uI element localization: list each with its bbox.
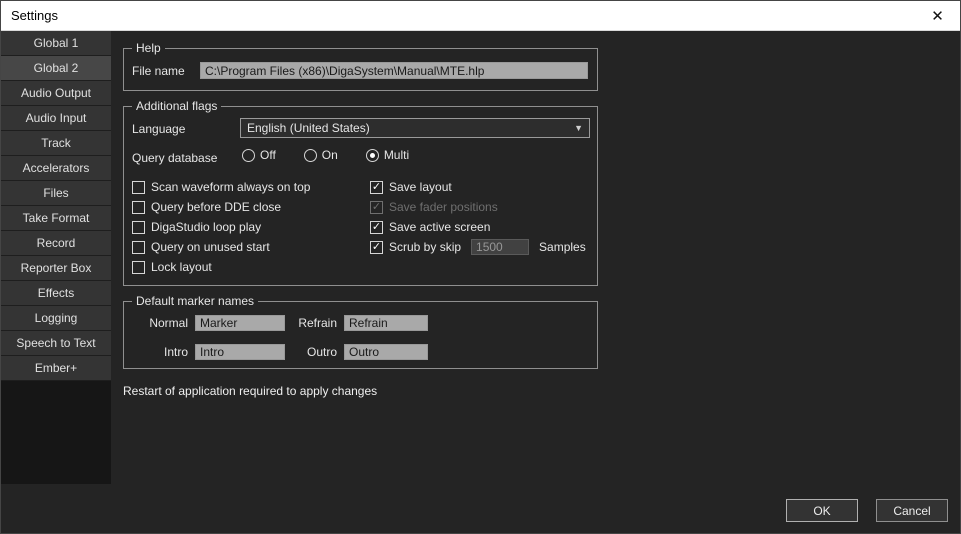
close-button[interactable]: ✕ bbox=[915, 1, 960, 30]
additional-flags-group: Additional flags Language English (Unite… bbox=[123, 106, 598, 286]
checkbox-query-unused-start[interactable]: Query on unused start bbox=[132, 237, 310, 257]
marker-outro-label: Outro bbox=[293, 345, 337, 359]
marker-normal-label: Normal bbox=[132, 316, 188, 330]
close-icon: ✕ bbox=[931, 7, 944, 25]
checkbox-save-active-screen[interactable]: Save active screen bbox=[370, 217, 586, 237]
checkbox-digastudio-loop[interactable]: DigaStudio loop play bbox=[132, 217, 310, 237]
marker-row-2: Intro Outro bbox=[132, 344, 428, 360]
checkbox-scan-waveform[interactable]: Scan waveform always on top bbox=[132, 177, 310, 197]
sidebar-item-take-format[interactable]: Take Format bbox=[1, 206, 111, 231]
scrub-samples-input[interactable] bbox=[471, 239, 529, 255]
radio-query-multi[interactable]: Multi bbox=[366, 148, 409, 162]
flags-group-legend: Additional flags bbox=[132, 99, 221, 113]
sidebar-item-accelerators[interactable]: Accelerators bbox=[1, 156, 111, 181]
checkbox-scrub-by-skip[interactable]: Scrub by skip Samples bbox=[370, 237, 586, 257]
query-database-label: Query database bbox=[132, 151, 217, 165]
checkbox-label: Save layout bbox=[389, 180, 452, 194]
checkbox-box-icon bbox=[370, 181, 383, 194]
sidebar-item-audio-output[interactable]: Audio Output bbox=[1, 81, 111, 106]
sidebar-item-logging[interactable]: Logging bbox=[1, 306, 111, 331]
checkbox-box-icon bbox=[132, 221, 145, 234]
checkbox-box-icon bbox=[132, 241, 145, 254]
sidebar: Global 1 Global 2 Audio Output Audio Inp… bbox=[1, 31, 111, 484]
file-name-row: File name bbox=[132, 62, 588, 79]
default-marker-names-group: Default marker names Normal Refrain Intr… bbox=[123, 301, 598, 369]
checkbox-query-dde-close[interactable]: Query before DDE close bbox=[132, 197, 310, 217]
cancel-button[interactable]: Cancel bbox=[876, 499, 948, 522]
marker-outro-input[interactable] bbox=[344, 344, 428, 360]
checkbox-box-icon bbox=[370, 201, 383, 214]
checkbox-label: Query on unused start bbox=[151, 240, 270, 254]
radio-label: Off bbox=[260, 148, 276, 162]
checkbox-label: Scan waveform always on top bbox=[151, 180, 310, 194]
help-group-legend: Help bbox=[132, 41, 165, 55]
checkbox-label: Save active screen bbox=[389, 220, 490, 234]
marker-refrain-label: Refrain bbox=[293, 316, 337, 330]
help-group: Help File name bbox=[123, 48, 598, 91]
sidebar-item-global-2[interactable]: Global 2 bbox=[1, 56, 111, 81]
checkbox-column-right: Save layout Save fader positions Save ac… bbox=[370, 177, 586, 257]
ok-button[interactable]: OK bbox=[786, 499, 858, 522]
radio-label: On bbox=[322, 148, 338, 162]
language-label: Language bbox=[132, 122, 185, 136]
settings-window: Settings ✕ Global 1 Global 2 Audio Outpu… bbox=[0, 0, 961, 534]
sidebar-item-track[interactable]: Track bbox=[1, 131, 111, 156]
titlebar: Settings ✕ bbox=[1, 1, 960, 31]
file-name-label: File name bbox=[132, 64, 200, 78]
samples-label: Samples bbox=[539, 240, 586, 254]
checkbox-label: DigaStudio loop play bbox=[151, 220, 261, 234]
language-dropdown-value: English (United States) bbox=[247, 121, 370, 135]
checkbox-label: Lock layout bbox=[151, 260, 212, 274]
checkbox-label: Scrub by skip bbox=[389, 240, 461, 254]
marker-refrain-input[interactable] bbox=[344, 315, 428, 331]
sidebar-item-files[interactable]: Files bbox=[1, 181, 111, 206]
radio-circle-icon bbox=[242, 149, 255, 162]
checkbox-column-left: Scan waveform always on top Query before… bbox=[132, 177, 310, 277]
radio-circle-icon bbox=[366, 149, 379, 162]
sidebar-item-effects[interactable]: Effects bbox=[1, 281, 111, 306]
sidebar-item-reporter-box[interactable]: Reporter Box bbox=[1, 256, 111, 281]
radio-label: Multi bbox=[384, 148, 409, 162]
radio-query-off[interactable]: Off bbox=[242, 148, 276, 162]
checkbox-box-icon bbox=[370, 241, 383, 254]
marker-intro-label: Intro bbox=[132, 345, 188, 359]
marker-intro-input[interactable] bbox=[195, 344, 285, 360]
checkbox-label: Query before DDE close bbox=[151, 200, 281, 214]
sidebar-item-global-1[interactable]: Global 1 bbox=[1, 31, 111, 56]
sidebar-item-record[interactable]: Record bbox=[1, 231, 111, 256]
checkbox-save-layout[interactable]: Save layout bbox=[370, 177, 586, 197]
restart-note: Restart of application required to apply… bbox=[123, 384, 377, 398]
sidebar-item-ember[interactable]: Ember+ bbox=[1, 356, 111, 381]
marker-group-legend: Default marker names bbox=[132, 294, 258, 308]
checkbox-box-icon bbox=[132, 181, 145, 194]
checkbox-lock-layout[interactable]: Lock layout bbox=[132, 257, 310, 277]
checkbox-label: Save fader positions bbox=[389, 200, 498, 214]
checkbox-box-icon bbox=[132, 201, 145, 214]
help-file-name-input[interactable] bbox=[200, 62, 588, 79]
marker-normal-input[interactable] bbox=[195, 315, 285, 331]
sidebar-item-audio-input[interactable]: Audio Input bbox=[1, 106, 111, 131]
sidebar-item-speech-to-text[interactable]: Speech to Text bbox=[1, 331, 111, 356]
marker-row-1: Normal Refrain bbox=[132, 315, 428, 331]
checkbox-box-icon bbox=[370, 221, 383, 234]
checkbox-box-icon bbox=[132, 261, 145, 274]
window-title: Settings bbox=[1, 8, 58, 23]
checkbox-save-fader-positions: Save fader positions bbox=[370, 197, 586, 217]
radio-circle-icon bbox=[304, 149, 317, 162]
radio-query-on[interactable]: On bbox=[304, 148, 338, 162]
query-database-radio-group: Off On Multi bbox=[242, 148, 437, 162]
language-dropdown[interactable]: English (United States) ▼ bbox=[240, 118, 590, 138]
chevron-down-icon: ▼ bbox=[574, 123, 583, 133]
